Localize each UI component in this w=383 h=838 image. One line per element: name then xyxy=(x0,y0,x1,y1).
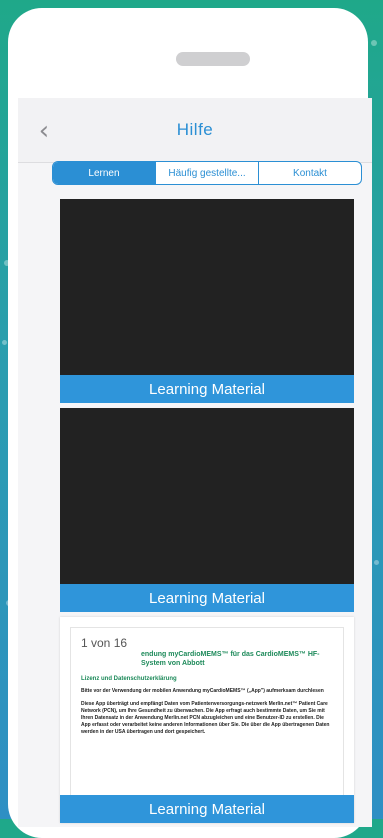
background-dot xyxy=(371,40,377,46)
background-dot xyxy=(374,560,379,565)
learning-card-1[interactable]: Learning Material xyxy=(60,199,354,403)
navigation-bar: ‹ Hilfe xyxy=(18,98,372,163)
learning-card-3[interactable]: 1 von 16 endung myCardioMEMS™ für das Ca… xyxy=(60,617,354,823)
app-screen: ‹ Hilfe Lernen Häufig gestellte... Konta… xyxy=(18,98,372,827)
video-thumbnail[interactable] xyxy=(60,199,354,375)
segmented-control: Lernen Häufig gestellte... Kontakt xyxy=(52,161,362,185)
background-dot xyxy=(2,340,7,345)
document-page: 1 von 16 endung myCardioMEMS™ für das Ca… xyxy=(70,627,344,795)
phone-frame: ‹ Hilfe Lernen Häufig gestellte... Konta… xyxy=(8,8,372,838)
tab-faq[interactable]: Häufig gestellte... xyxy=(155,162,258,184)
page-indicator: 1 von 16 xyxy=(81,636,128,650)
tab-lernen[interactable]: Lernen xyxy=(53,162,155,184)
document-subheading: Lizenz und Datenschutzerklärung xyxy=(81,676,177,682)
document-preview[interactable]: 1 von 16 endung myCardioMEMS™ für das Ca… xyxy=(60,617,354,795)
document-heading: endung myCardioMEMS™ für das CardioMEMS™… xyxy=(141,651,320,667)
phone-speaker xyxy=(176,52,250,66)
card-label[interactable]: Learning Material xyxy=(60,375,354,403)
document-paragraph: Bitte vor der Verwendung der mobilen Anw… xyxy=(81,688,324,694)
page-title: Hilfe xyxy=(176,120,214,139)
learning-card-2[interactable]: Learning Material xyxy=(60,408,354,612)
tab-kontakt[interactable]: Kontakt xyxy=(258,162,361,184)
document-paragraph: Diese App überträgt und empfängt Daten v… xyxy=(81,701,330,735)
card-label[interactable]: Learning Material xyxy=(60,584,354,612)
video-thumbnail[interactable] xyxy=(60,408,354,584)
